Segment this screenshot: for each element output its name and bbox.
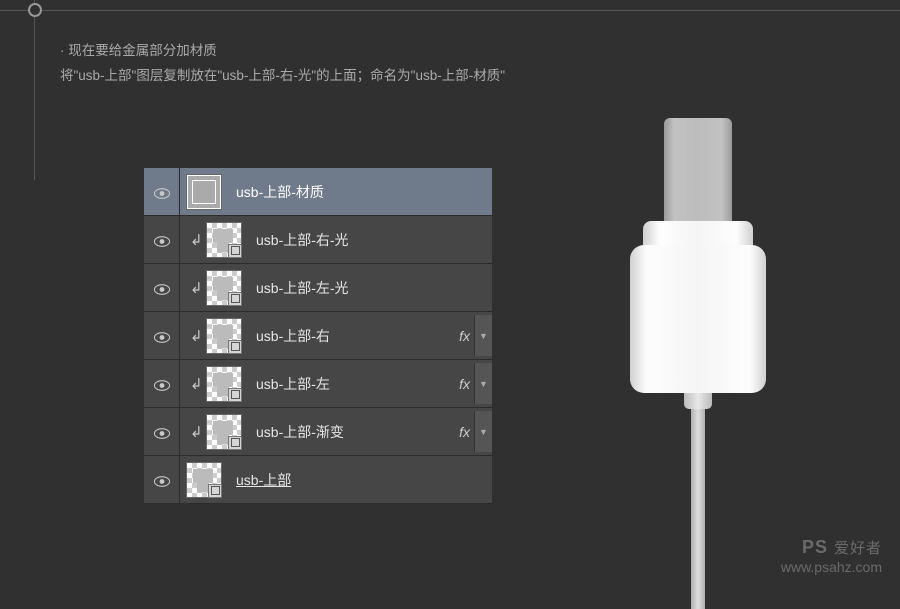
vector-badge-icon — [228, 292, 242, 306]
clip-arrow-icon: ↲ — [190, 423, 202, 441]
eye-icon — [153, 282, 171, 293]
layer-name-label[interactable]: usb-上部-左 — [256, 374, 459, 394]
layer-content: ↲ usb-上部-右fx▼ — [180, 312, 492, 359]
eye-icon — [153, 378, 171, 389]
usb-tip — [664, 118, 732, 224]
vector-badge-icon — [228, 244, 242, 258]
layer-name-label[interactable]: usb-上部 — [236, 470, 492, 490]
vector-badge-icon — [228, 340, 242, 354]
layer-thumbnail[interactable] — [206, 318, 242, 354]
fx-dropdown-icon[interactable]: ▼ — [474, 411, 492, 452]
visibility-toggle[interactable] — [144, 264, 180, 311]
layer-content: usb-上部-材质 — [180, 168, 492, 215]
layer-thumbnail[interactable] — [206, 366, 242, 402]
watermark-brand: 爱好者 — [834, 540, 882, 557]
layers-panel: usb-上部-材质 ↲ usb-上部-右-光 ↲ usb-上部-左-光 ↲ usb-上部-右… — [144, 168, 492, 504]
fx-dropdown-icon[interactable]: ▼ — [474, 363, 492, 404]
watermark-logo: PS — [802, 537, 828, 557]
eye-icon — [153, 186, 171, 197]
fx-indicator[interactable]: fx — [459, 424, 470, 440]
clip-arrow-icon: ↲ — [190, 375, 202, 393]
layer-content: ↲ usb-上部-右-光 — [180, 216, 492, 263]
fx-indicator[interactable]: fx — [459, 328, 470, 344]
layer-content: usb-上部 — [180, 456, 492, 503]
visibility-toggle[interactable] — [144, 168, 180, 215]
layer-thumbnail[interactable] — [206, 414, 242, 450]
clip-arrow-icon: ↲ — [190, 279, 202, 297]
vector-badge-icon — [228, 436, 242, 450]
layer-row[interactable]: usb-上部 — [144, 456, 492, 504]
eye-icon — [153, 474, 171, 485]
visibility-toggle[interactable] — [144, 312, 180, 359]
instructions: · 现在要给金属部分加材质 将"usb-上部"图层复制放在"usb-上部-右-光… — [60, 40, 505, 87]
visibility-toggle[interactable] — [144, 408, 180, 455]
usb-body — [630, 245, 766, 393]
usb-cable — [691, 409, 705, 609]
layer-name-label[interactable]: usb-上部-右-光 — [256, 230, 492, 250]
vector-badge-icon — [228, 388, 242, 402]
usb-illustration — [618, 118, 778, 609]
layer-row[interactable]: ↲ usb-上部-左fx▼ — [144, 360, 492, 408]
layer-content: ↲ usb-上部-左fx▼ — [180, 360, 492, 407]
clip-arrow-icon: ↲ — [190, 231, 202, 249]
layer-name-label[interactable]: usb-上部-渐变 — [256, 422, 459, 442]
layer-thumbnail[interactable] — [206, 270, 242, 306]
fx-indicator[interactable]: fx — [459, 376, 470, 392]
fx-dropdown-icon[interactable]: ▼ — [474, 315, 492, 356]
layer-content: ↲ usb-上部-渐变fx▼ — [180, 408, 492, 455]
visibility-toggle[interactable] — [144, 456, 180, 503]
layer-row[interactable]: ↲ usb-上部-右fx▼ — [144, 312, 492, 360]
layer-name-label[interactable]: usb-上部-材质 — [236, 182, 492, 202]
layer-row[interactable]: ↲ usb-上部-右-光 — [144, 216, 492, 264]
watermark-url: www.psahz.com — [781, 559, 882, 575]
visibility-toggle[interactable] — [144, 216, 180, 263]
usb-neck — [684, 393, 712, 409]
layer-thumbnail[interactable] — [186, 174, 222, 210]
eye-icon — [153, 426, 171, 437]
layer-thumbnail[interactable] — [206, 222, 242, 258]
layer-content: ↲ usb-上部-左-光 — [180, 264, 492, 311]
layer-row[interactable]: ↲ usb-上部-左-光 — [144, 264, 492, 312]
eye-icon — [153, 330, 171, 341]
visibility-toggle[interactable] — [144, 360, 180, 407]
vector-badge-icon — [208, 484, 222, 498]
instruction-line-2: 将"usb-上部"图层复制放在"usb-上部-右-光"的上面；命名为"usb-上… — [60, 65, 505, 87]
layer-name-label[interactable]: usb-上部-右 — [256, 326, 459, 346]
section-bullet — [28, 3, 42, 17]
watermark: PS 爱好者 www.psahz.com — [781, 538, 882, 576]
layer-name-label[interactable]: usb-上部-左-光 — [256, 278, 492, 298]
clip-arrow-icon: ↲ — [190, 327, 202, 345]
layer-row[interactable]: usb-上部-材质 — [144, 168, 492, 216]
usb-collar — [643, 221, 753, 245]
layer-row[interactable]: ↲ usb-上部-渐变fx▼ — [144, 408, 492, 456]
instruction-line-1: · 现在要给金属部分加材质 — [60, 40, 505, 62]
layer-thumbnail[interactable] — [186, 462, 222, 498]
eye-icon — [153, 234, 171, 245]
